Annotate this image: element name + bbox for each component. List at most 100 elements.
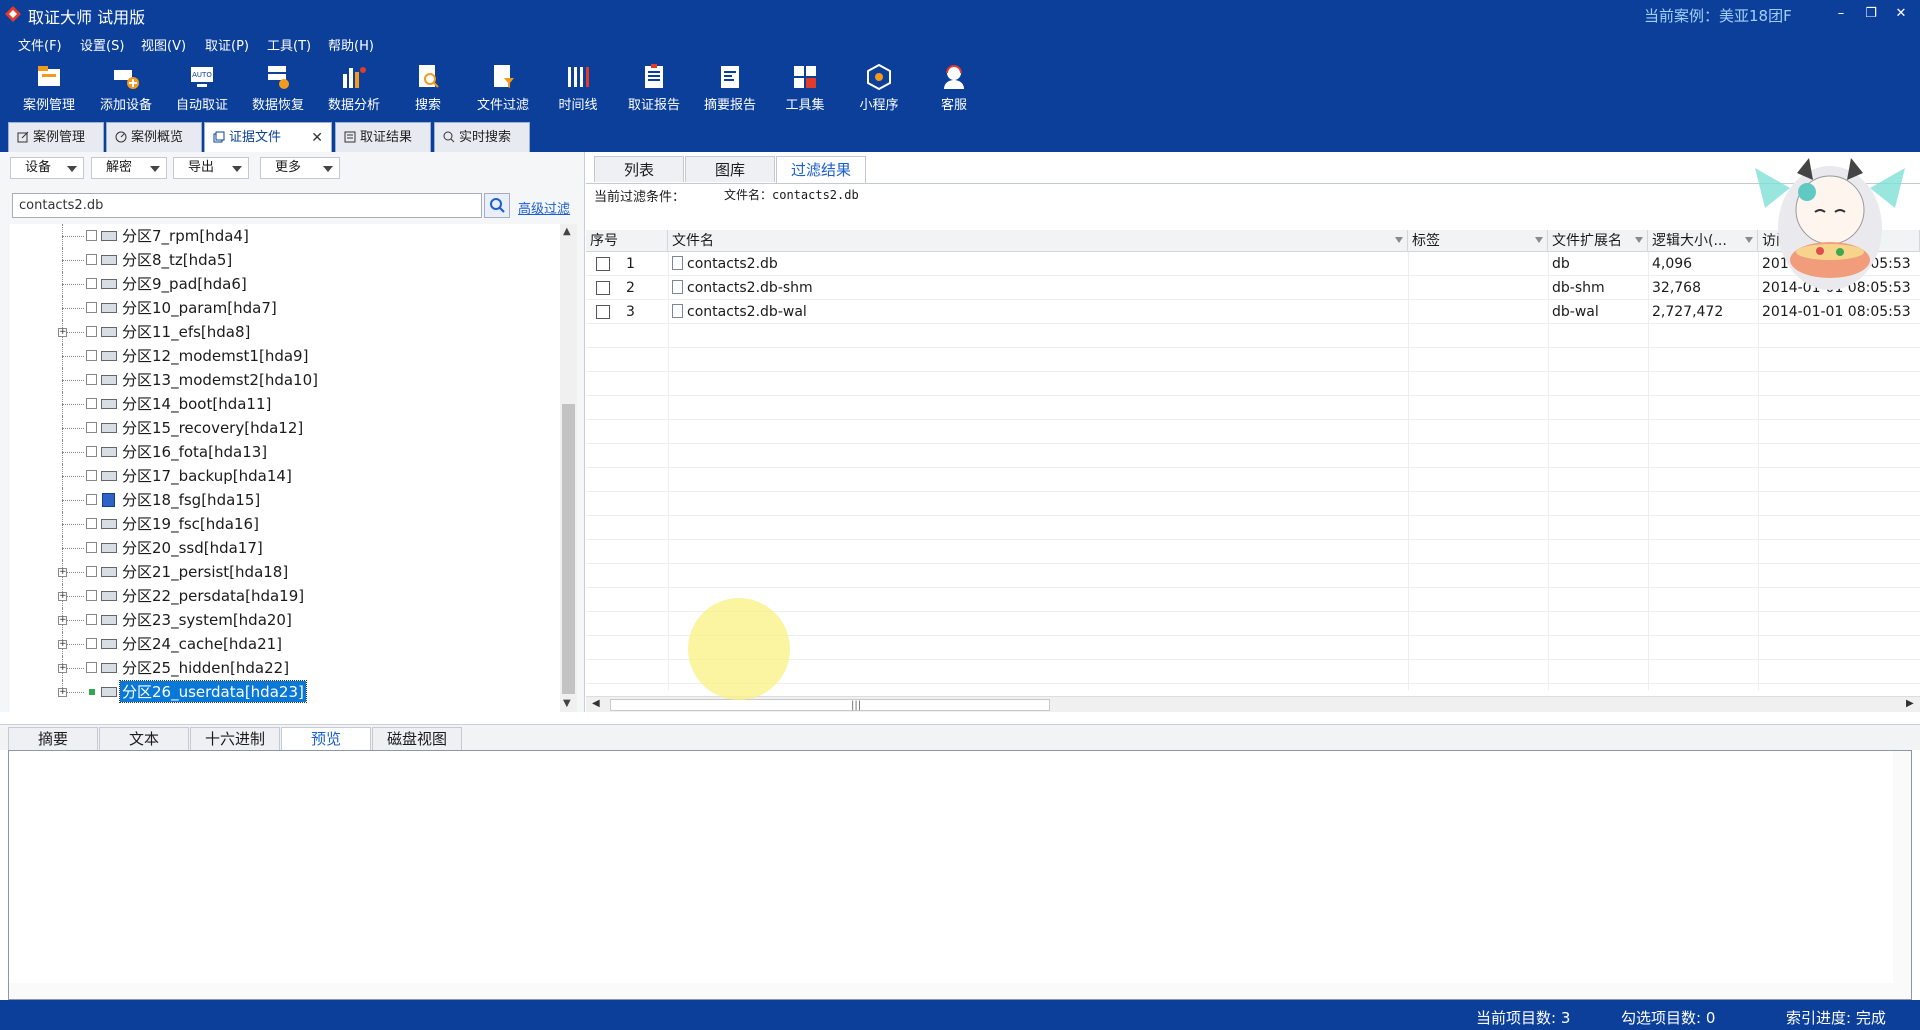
tab-case-management[interactable]: 案例管理 <box>8 122 104 152</box>
summary-report-button[interactable]: 摘要报告 <box>693 62 767 118</box>
export-dropdown[interactable]: 导出 <box>173 157 249 179</box>
tree-item[interactable]: 分区16_fota[hda13] <box>10 440 560 464</box>
checkbox[interactable] <box>86 422 97 433</box>
filter-icon[interactable] <box>1635 237 1643 243</box>
tree-item[interactable]: 分区14_boot[hda11] <box>10 392 560 416</box>
checkbox[interactable] <box>86 326 97 337</box>
tree-item[interactable]: 分区18_fsg[hda15] <box>10 488 560 512</box>
menu-file[interactable]: 文件(F) <box>18 35 62 54</box>
tree-item[interactable]: + 分区22_persdata[hda19] <box>10 584 560 608</box>
checkbox[interactable] <box>86 350 97 361</box>
file-filter-button[interactable]: 文件过滤 <box>466 62 540 118</box>
search-button[interactable] <box>484 193 510 218</box>
data-recovery-button[interactable]: 数据恢复 <box>241 62 315 118</box>
column-header-filename[interactable]: 文件名 <box>668 230 1408 252</box>
case-management-button[interactable]: 案例管理 <box>12 62 86 118</box>
scroll-right-icon[interactable]: ▶ <box>1906 698 1914 709</box>
close-window-button[interactable]: ✕ <box>1886 2 1916 26</box>
partial-check-indicator[interactable] <box>89 689 95 695</box>
filter-icon[interactable] <box>1535 237 1543 243</box>
expand-icon[interactable]: + <box>58 640 67 649</box>
search-input[interactable] <box>12 193 482 218</box>
device-dropdown[interactable]: 设备 <box>10 157 84 179</box>
checkbox[interactable] <box>86 542 97 553</box>
preview-horizontal-scrollbar[interactable] <box>9 983 1895 999</box>
tree-item[interactable]: 分区15_recovery[hda12] <box>10 416 560 440</box>
menu-view[interactable]: 视图(V) <box>141 35 186 54</box>
more-dropdown[interactable]: 更多 <box>260 157 340 179</box>
tree-scrollbar[interactable]: ▲ ▼ <box>560 224 577 712</box>
column-header-extension[interactable]: 文件扩展名 <box>1548 230 1648 252</box>
scrollbar-thumb[interactable]: ||| <box>610 699 1050 711</box>
forensics-report-button[interactable]: 取证报告 <box>617 62 691 118</box>
menu-forensics[interactable]: 取证(P) <box>205 35 249 54</box>
checkbox[interactable] <box>86 494 97 505</box>
tree-item[interactable]: 分区8_tz[hda5] <box>10 248 560 272</box>
customer-service-button[interactable]: 客服 <box>917 62 991 118</box>
search-button[interactable]: 搜索 <box>391 62 465 118</box>
tree-item[interactable]: 分区13_modemst2[hda10] <box>10 368 560 392</box>
filter-icon[interactable] <box>1395 237 1403 243</box>
tab-preview[interactable]: 预览 <box>281 727 371 751</box>
scroll-up-icon[interactable]: ▲ <box>563 226 571 237</box>
table-row[interactable]: 2 contacts2.db-shm db-shm 32,768 2014-01… <box>586 276 1920 300</box>
restore-button[interactable]: ❐ <box>1856 2 1886 26</box>
tree-item[interactable]: + 分区23_system[hda20] <box>10 608 560 632</box>
preview-vertical-scrollbar[interactable] <box>1893 751 1911 999</box>
row-checkbox[interactable] <box>596 305 610 319</box>
tree-item[interactable]: 分区17_backup[hda14] <box>10 464 560 488</box>
tab-hex[interactable]: 十六进制 <box>190 727 280 751</box>
column-header-index[interactable]: 序号 <box>586 230 668 252</box>
checkbox[interactable] <box>86 518 97 529</box>
checkbox[interactable] <box>86 662 97 673</box>
menu-help[interactable]: 帮助(H) <box>328 35 374 54</box>
tab-list[interactable]: 列表 <box>594 156 684 182</box>
checkbox[interactable] <box>86 374 97 385</box>
expand-icon[interactable]: + <box>58 592 67 601</box>
column-header-size[interactable]: 逻辑大小(... <box>1648 230 1758 252</box>
tree-item[interactable]: + 分区11_efs[hda8] <box>10 320 560 344</box>
tree-item[interactable]: + 分区21_persist[hda18] <box>10 560 560 584</box>
tree-item[interactable]: + 分区24_cache[hda21] <box>10 632 560 656</box>
tab-forensics-results[interactable]: 取证结果 <box>335 122 431 152</box>
menu-tools[interactable]: 工具(T) <box>267 35 311 54</box>
checkbox[interactable] <box>86 254 97 265</box>
tab-summary[interactable]: 摘要 <box>8 727 98 751</box>
tab-evidence-files[interactable]: 证据文件 ✕ <box>204 122 332 154</box>
expand-icon[interactable]: + <box>58 328 67 337</box>
row-checkbox[interactable] <box>596 281 610 295</box>
expand-icon[interactable]: + <box>58 616 67 625</box>
checkbox[interactable] <box>86 230 97 241</box>
tab-disk-view[interactable]: 磁盘视图 <box>372 727 462 751</box>
tree-item-selected[interactable]: + 分区26_userdata[hda23] <box>10 680 560 704</box>
tab-text[interactable]: 文本 <box>99 727 189 751</box>
tab-filter-results[interactable]: 过滤结果 <box>776 156 866 183</box>
decrypt-dropdown[interactable]: 解密 <box>91 157 167 179</box>
checkbox[interactable] <box>86 278 97 289</box>
tree-item[interactable]: 分区10_param[hda7] <box>10 296 560 320</box>
expand-icon[interactable]: + <box>58 688 67 697</box>
auto-forensics-button[interactable]: AUTO 自动取证 <box>165 62 239 118</box>
data-analysis-button[interactable]: 数据分析 <box>317 62 391 118</box>
table-row[interactable]: 3 contacts2.db-wal db-wal 2,727,472 2014… <box>586 300 1920 324</box>
close-tab-icon[interactable]: ✕ <box>311 123 323 153</box>
checkbox[interactable] <box>86 398 97 409</box>
scroll-left-icon[interactable]: ◀ <box>592 698 600 709</box>
row-checkbox[interactable] <box>596 257 610 271</box>
checkbox[interactable] <box>86 614 97 625</box>
checkbox[interactable] <box>86 566 97 577</box>
checkbox[interactable] <box>86 302 97 313</box>
tree-item[interactable]: + 分区25_hidden[hda22] <box>10 656 560 680</box>
tree-item[interactable]: 分区7_rpm[hda4] <box>10 224 560 248</box>
tab-case-overview[interactable]: 案例概览 <box>106 122 202 152</box>
checkbox[interactable] <box>86 470 97 481</box>
add-device-button[interactable]: 添加设备 <box>89 62 163 118</box>
tree-item[interactable]: 分区12_modemst1[hda9] <box>10 344 560 368</box>
checkbox[interactable] <box>86 446 97 457</box>
minimize-button[interactable]: – <box>1826 2 1856 26</box>
scroll-down-icon[interactable]: ▼ <box>563 698 571 709</box>
horizontal-scrollbar[interactable]: ◀ ||| ▶ <box>586 696 1920 712</box>
tree-item[interactable]: 分区20_ssd[hda17] <box>10 536 560 560</box>
toolset-button[interactable]: 工具集 <box>768 62 842 118</box>
expand-icon[interactable]: + <box>58 664 67 673</box>
